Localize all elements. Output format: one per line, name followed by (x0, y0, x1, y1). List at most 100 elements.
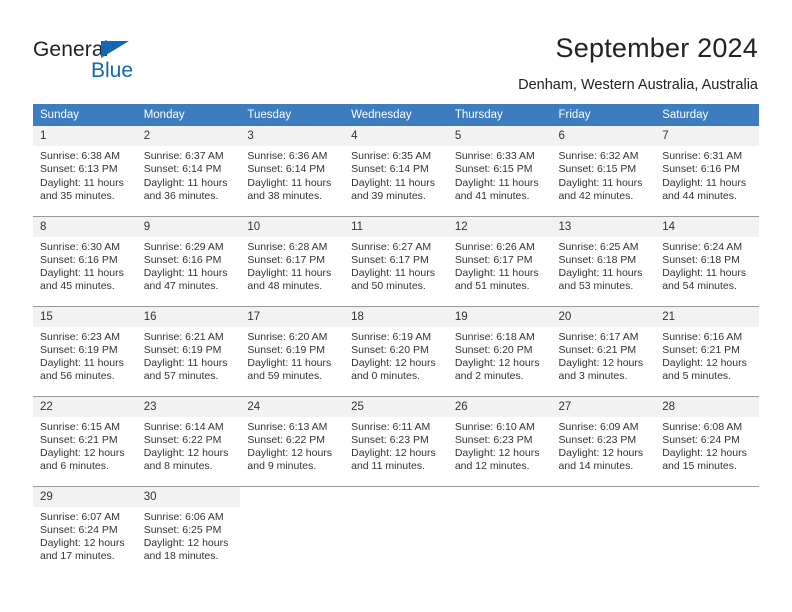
sunset-text: Sunset: 6:21 PM (662, 343, 740, 356)
daylight-text-line2: and 18 minutes. (143, 550, 219, 563)
daylight-text-line2: and 59 minutes. (247, 370, 323, 383)
day-cell[interactable]: 21 Sunrise: 6:16 AM Sunset: 6:21 PM Dayl… (655, 305, 759, 396)
daylight-text-line2: and 9 minutes. (247, 460, 317, 473)
day-cell[interactable]: 6 Sunrise: 6:32 AM Sunset: 6:15 PM Dayli… (551, 126, 656, 216)
day-number (655, 487, 759, 507)
day-number: 7 (655, 126, 759, 146)
day-details: Sunrise: 6:32 AM Sunset: 6:15 PM Dayligh… (552, 146, 656, 203)
day-cell[interactable]: 18 Sunrise: 6:19 AM Sunset: 6:20 PM Dayl… (344, 305, 448, 396)
day-cell[interactable]: 17 Sunrise: 6:20 AM Sunset: 6:19 PM Dayl… (240, 305, 345, 396)
daylight-text-line1: Daylight: 11 hours (454, 267, 539, 280)
day-cell[interactable]: 27 Sunrise: 6:09 AM Sunset: 6:23 PM Dayl… (551, 395, 656, 486)
daylight-text-line1: Daylight: 11 hours (247, 357, 332, 370)
sunset-text: Sunset: 6:19 PM (143, 343, 222, 356)
day-number: 10 (240, 216, 345, 237)
page-subtitle: Denham, Western Australia, Australia (518, 77, 758, 93)
daylight-text-line1: Daylight: 11 hours (558, 176, 643, 189)
day-cell[interactable]: 10 Sunrise: 6:28 AM Sunset: 6:17 PM Dayl… (240, 215, 345, 306)
daylight-text-line1: Daylight: 11 hours (143, 267, 228, 280)
day-cell[interactable]: 8 Sunrise: 6:30 AM Sunset: 6:16 PM Dayli… (33, 215, 137, 306)
sunset-text: Sunset: 6:21 PM (558, 343, 637, 356)
day-cell[interactable]: 20 Sunrise: 6:17 AM Sunset: 6:21 PM Dayl… (551, 305, 656, 396)
day-details: Sunrise: 6:25 AM Sunset: 6:18 PM Dayligh… (552, 237, 656, 294)
day-number: 15 (33, 306, 137, 327)
sunrise-text: Sunrise: 6:31 AM (662, 150, 743, 162)
sunset-text: Sunset: 6:15 PM (558, 163, 637, 176)
day-details: Sunrise: 6:20 AM Sunset: 6:19 PM Dayligh… (240, 327, 344, 384)
day-cell[interactable]: 16 Sunrise: 6:21 AM Sunset: 6:19 PM Dayl… (136, 305, 241, 396)
day-cell[interactable]: 23 Sunrise: 6:14 AM Sunset: 6:22 PM Dayl… (136, 395, 241, 486)
sunrise-text: Sunrise: 6:26 AM (454, 240, 535, 253)
day-details: Sunrise: 6:27 AM Sunset: 6:17 PM Dayligh… (344, 237, 448, 294)
day-details: Sunrise: 6:26 AM Sunset: 6:17 PM Dayligh… (448, 237, 552, 294)
sunset-text: Sunset: 6:16 PM (40, 253, 118, 266)
sunrise-text: Sunrise: 6:33 AM (454, 150, 535, 162)
day-cell[interactable]: 14 Sunrise: 6:24 AM Sunset: 6:18 PM Dayl… (655, 215, 759, 306)
daylight-text-line2: and 6 minutes. (40, 460, 109, 473)
day-number (240, 487, 344, 507)
daylight-text-line1: Daylight: 11 hours (558, 267, 643, 280)
daylight-text-line1: Daylight: 11 hours (351, 176, 435, 189)
day-cell[interactable]: 13 Sunrise: 6:25 AM Sunset: 6:18 PM Dayl… (551, 215, 656, 306)
day-details: Sunrise: 6:14 AM Sunset: 6:22 PM Dayligh… (137, 417, 241, 474)
day-details: Sunrise: 6:06 AM Sunset: 6:25 PM Dayligh… (137, 507, 241, 564)
daylight-text-line2: and 57 minutes. (143, 370, 219, 383)
daylight-text-line2: and 0 minutes. (351, 370, 420, 383)
day-cell[interactable]: 5 Sunrise: 6:33 AM Sunset: 6:15 PM Dayli… (447, 126, 552, 216)
daylight-text-line2: and 44 minutes. (662, 189, 737, 202)
calendar-week-row: 29 Sunrise: 6:07 AM Sunset: 6:24 PM Dayl… (33, 485, 759, 576)
day-cell[interactable]: 9 Sunrise: 6:29 AM Sunset: 6:16 PM Dayli… (136, 215, 241, 306)
day-cell[interactable]: 15 Sunrise: 6:23 AM Sunset: 6:19 PM Dayl… (33, 305, 137, 396)
day-cell[interactable]: 28 Sunrise: 6:08 AM Sunset: 6:24 PM Dayl… (655, 395, 759, 486)
day-number: 9 (136, 216, 241, 237)
day-cell[interactable]: 7 Sunrise: 6:31 AM Sunset: 6:16 PM Dayli… (655, 126, 759, 216)
day-cell[interactable]: 26 Sunrise: 6:10 AM Sunset: 6:23 PM Dayl… (447, 395, 552, 486)
day-cell[interactable]: 2 Sunrise: 6:37 AM Sunset: 6:14 PM Dayli… (136, 126, 241, 216)
day-cell[interactable]: 19 Sunrise: 6:18 AM Sunset: 6:20 PM Dayl… (447, 305, 552, 396)
day-cell-empty (447, 485, 552, 576)
day-cell[interactable]: 11 Sunrise: 6:27 AM Sunset: 6:17 PM Dayl… (344, 215, 448, 306)
day-cell[interactable]: 1 Sunrise: 6:38 AM Sunset: 6:13 PM Dayli… (33, 126, 137, 216)
daylight-text-line1: Daylight: 11 hours (454, 176, 539, 189)
sunrise-text: Sunrise: 6:25 AM (558, 240, 639, 253)
daylight-text-line2: and 5 minutes. (662, 370, 732, 383)
daylight-text-line1: Daylight: 12 hours (40, 447, 125, 460)
daylight-text-line1: Daylight: 11 hours (247, 267, 332, 280)
day-number: 14 (655, 216, 759, 237)
sunrise-text: Sunrise: 6:19 AM (351, 330, 432, 343)
page-title: September 2024 (555, 33, 758, 63)
sunrise-text: Sunrise: 6:29 AM (143, 240, 224, 253)
sunrise-text: Sunrise: 6:18 AM (454, 330, 535, 343)
sunrise-text: Sunrise: 6:38 AM (40, 150, 120, 162)
calendar-body: 1 Sunrise: 6:38 AM Sunset: 6:13 PM Dayli… (33, 126, 759, 576)
sunset-text: Sunset: 6:22 PM (247, 433, 326, 446)
day-details: Sunrise: 6:15 AM Sunset: 6:21 PM Dayligh… (33, 417, 137, 474)
sunset-text: Sunset: 6:23 PM (558, 433, 637, 446)
weekday-header-saturday: Saturday (655, 104, 759, 126)
sunrise-text: Sunrise: 6:30 AM (40, 240, 120, 253)
daylight-text-line2: and 2 minutes. (454, 370, 524, 383)
day-cell-empty (655, 485, 759, 576)
day-cell[interactable]: 3 Sunrise: 6:36 AM Sunset: 6:14 PM Dayli… (240, 126, 345, 216)
day-number: 5 (447, 126, 552, 146)
daylight-text-line1: Daylight: 12 hours (351, 447, 436, 460)
day-cell[interactable]: 12 Sunrise: 6:26 AM Sunset: 6:17 PM Dayl… (447, 215, 552, 306)
day-number (448, 487, 552, 507)
day-cell[interactable]: 25 Sunrise: 6:11 AM Sunset: 6:23 PM Dayl… (344, 395, 448, 486)
calendar-week-row: 22 Sunrise: 6:15 AM Sunset: 6:21 PM Dayl… (33, 395, 759, 486)
calendar-week-row: 1 Sunrise: 6:38 AM Sunset: 6:13 PM Dayli… (33, 126, 759, 216)
daylight-text-line1: Daylight: 11 hours (351, 267, 435, 280)
day-cell[interactable]: 30 Sunrise: 6:06 AM Sunset: 6:25 PM Dayl… (136, 485, 241, 576)
general-blue-logo[interactable]: General Blue (33, 38, 163, 86)
sunset-text: Sunset: 6:16 PM (143, 253, 222, 266)
day-details: Sunrise: 6:10 AM Sunset: 6:23 PM Dayligh… (448, 417, 552, 474)
day-details: Sunrise: 6:13 AM Sunset: 6:22 PM Dayligh… (240, 417, 344, 474)
sunrise-text: Sunrise: 6:32 AM (558, 150, 639, 162)
daylight-text-line1: Daylight: 11 hours (247, 176, 332, 189)
day-number: 18 (344, 306, 448, 327)
weekday-header-friday: Friday (551, 104, 656, 126)
day-cell[interactable]: 29 Sunrise: 6:07 AM Sunset: 6:24 PM Dayl… (33, 485, 137, 576)
day-cell[interactable]: 4 Sunrise: 6:35 AM Sunset: 6:14 PM Dayli… (344, 126, 448, 216)
day-cell[interactable]: 24 Sunrise: 6:13 AM Sunset: 6:22 PM Dayl… (240, 395, 345, 486)
day-cell[interactable]: 22 Sunrise: 6:15 AM Sunset: 6:21 PM Dayl… (33, 395, 137, 486)
